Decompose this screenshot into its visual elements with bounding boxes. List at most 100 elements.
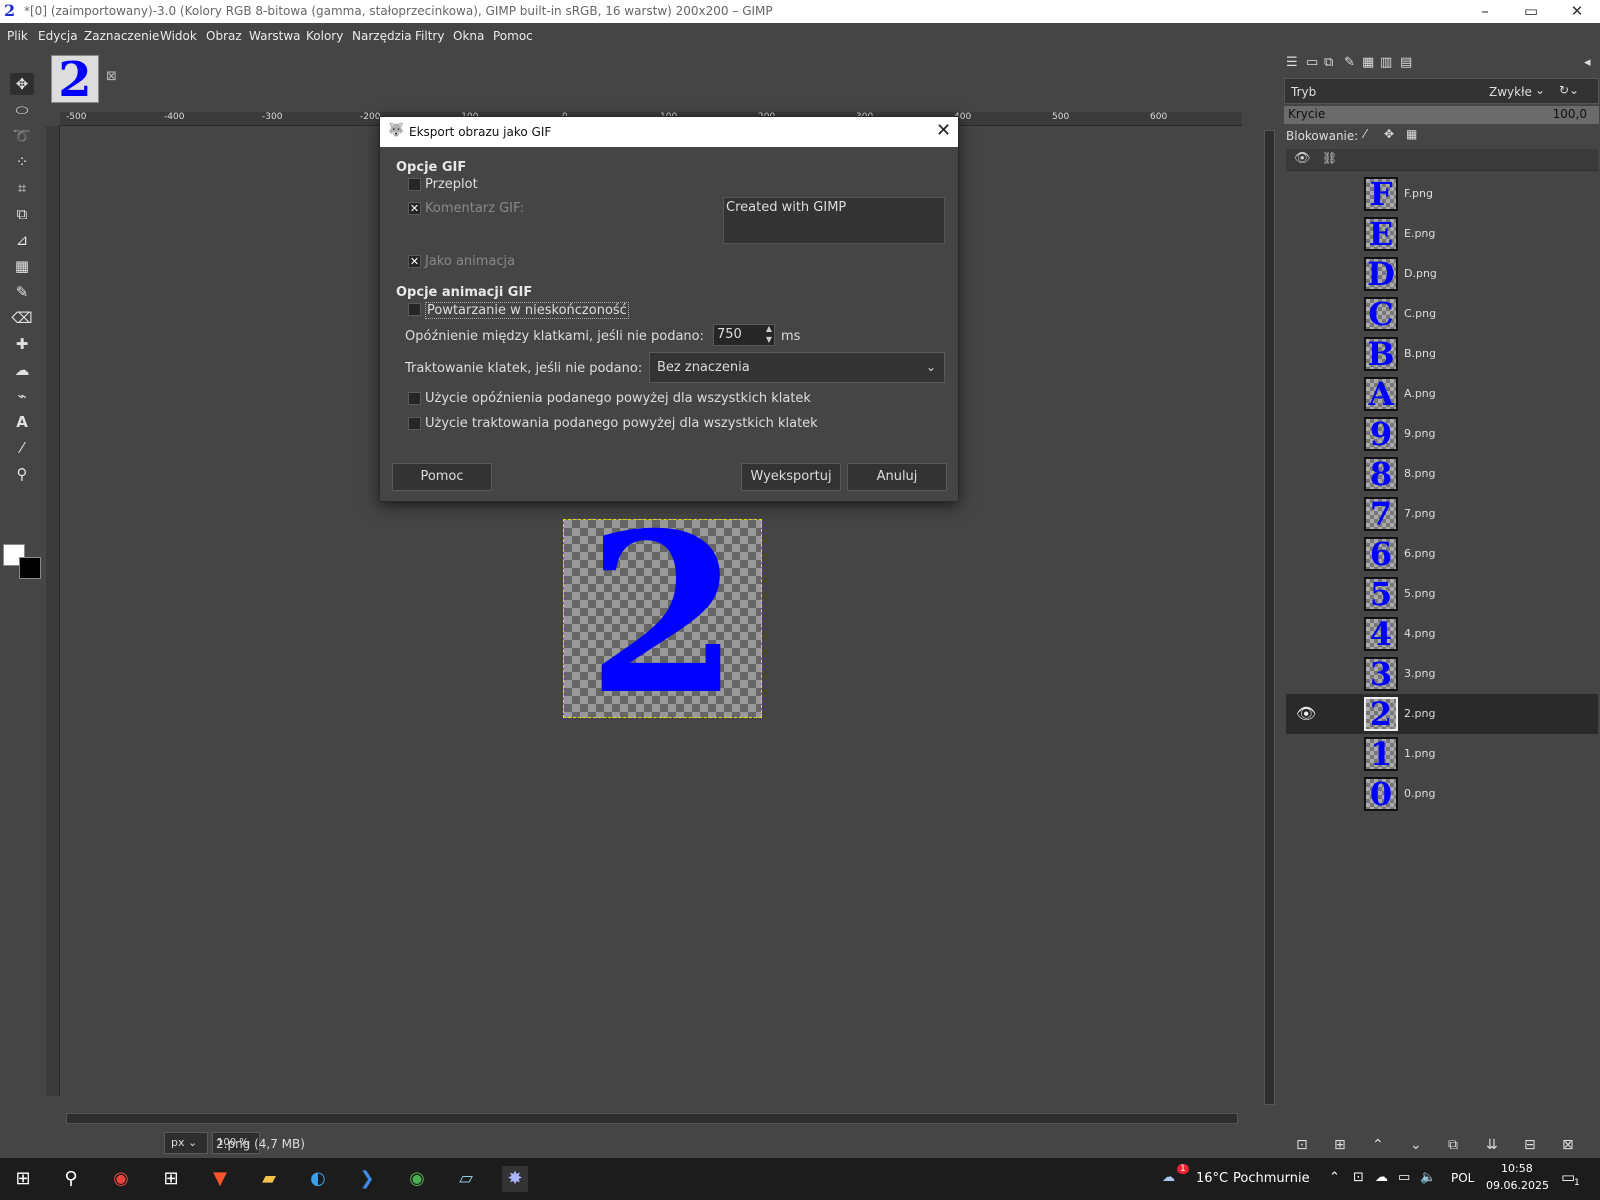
use-delay-all-label[interactable]: Użycie opóźnienia podanego powyżej dla w… bbox=[425, 391, 811, 406]
weather-temp[interactable]: 16°C bbox=[1196, 1171, 1228, 1186]
smudge-icon[interactable]: ☁ bbox=[10, 359, 34, 381]
lower-layer-icon[interactable]: ⌄ bbox=[1410, 1137, 1422, 1153]
interlace-checkbox[interactable] bbox=[408, 178, 421, 191]
layer-name[interactable]: 8.png bbox=[1404, 467, 1435, 480]
crop-icon[interactable]: ⌗ bbox=[10, 177, 34, 199]
menu-tools[interactable]: Narzędzia bbox=[352, 29, 412, 43]
layer-name[interactable]: E.png bbox=[1404, 227, 1435, 240]
channels-tab-icon[interactable]: ▭ bbox=[1306, 55, 1318, 70]
use-disposal-all-label[interactable]: Użycie traktowania podanego powyżej dla … bbox=[425, 416, 818, 431]
layer-row[interactable]: D D.png bbox=[1286, 254, 1598, 294]
layer-name[interactable]: 7.png bbox=[1404, 507, 1435, 520]
close-tab-icon[interactable]: ⊠ bbox=[106, 69, 117, 84]
notepad-icon[interactable]: ▱ bbox=[453, 1166, 479, 1192]
layer-name[interactable]: 3.png bbox=[1404, 667, 1435, 680]
chrome-icon[interactable]: ◉ bbox=[108, 1166, 134, 1192]
layer-name[interactable]: D.png bbox=[1404, 267, 1437, 280]
tray-chevron-icon[interactable]: ⌃ bbox=[1329, 1170, 1340, 1185]
close-button[interactable]: ✕ bbox=[1554, 0, 1600, 23]
comment-label[interactable]: Komentarz GIF: bbox=[425, 201, 524, 216]
image-canvas[interactable]: 2 bbox=[563, 519, 762, 718]
loop-checkbox[interactable] bbox=[408, 303, 421, 316]
maximize-button[interactable]: ▭ bbox=[1508, 0, 1554, 23]
layer-row[interactable]: 1 1.png bbox=[1286, 734, 1598, 774]
layer-name[interactable]: F.png bbox=[1404, 187, 1433, 200]
mode-reset-icon[interactable]: ↻⌄ bbox=[1559, 83, 1579, 97]
vertical-scrollbar[interactable] bbox=[1264, 130, 1275, 1105]
edge-icon[interactable]: ◐ bbox=[305, 1166, 331, 1192]
menu-image[interactable]: Obraz bbox=[206, 29, 242, 43]
unit-select[interactable]: px ⌄ bbox=[164, 1132, 208, 1154]
new-layer-group-icon[interactable]: ⊡ bbox=[1296, 1137, 1308, 1153]
merge-layer-icon[interactable]: ⇊ bbox=[1486, 1137, 1498, 1153]
layer-row[interactable]: C C.png bbox=[1286, 294, 1598, 334]
layer-row[interactable]: 3 3.png bbox=[1286, 654, 1598, 694]
use-delay-all-checkbox[interactable] bbox=[408, 392, 421, 405]
layer-name[interactable]: 5.png bbox=[1404, 587, 1435, 600]
layer-row[interactable]: 7 7.png bbox=[1286, 494, 1598, 534]
layers-tab-icon[interactable]: ☰ bbox=[1286, 55, 1298, 70]
raise-layer-icon[interactable]: ⌃ bbox=[1372, 1137, 1384, 1153]
paths-icon[interactable]: ⌁ bbox=[10, 385, 34, 407]
dialog-close-icon[interactable]: ✕ bbox=[936, 120, 951, 141]
zoom-icon[interactable]: ⚲ bbox=[10, 463, 34, 485]
layer-row[interactable]: 6 6.png bbox=[1286, 534, 1598, 574]
move-tool-icon[interactable]: ✥ bbox=[10, 73, 34, 95]
comment-checkbox[interactable]: ✕ bbox=[408, 202, 421, 215]
menu-file[interactable]: Plik bbox=[7, 29, 28, 43]
spin-arrows-icon[interactable]: ▲ ▼ bbox=[766, 323, 772, 345]
menu-view[interactable]: Widok bbox=[160, 29, 197, 43]
layer-row[interactable]: 8 8.png bbox=[1286, 454, 1598, 494]
history-tab-icon[interactable]: ▤ bbox=[1400, 55, 1412, 70]
paintbrush-icon[interactable]: ✎ bbox=[10, 281, 34, 303]
brave-icon[interactable]: ▼ bbox=[207, 1166, 233, 1192]
warp-icon[interactable]: ⊿ bbox=[10, 229, 34, 251]
lasso-icon[interactable]: ➰ bbox=[10, 125, 34, 147]
gradient-icon[interactable]: ▦ bbox=[10, 255, 34, 277]
tray-icon[interactable]: ⊡ bbox=[1353, 1170, 1364, 1185]
layer-name[interactable]: 0.png bbox=[1404, 787, 1435, 800]
menu-windows[interactable]: Okna bbox=[453, 29, 484, 43]
network-icon[interactable]: ▭ bbox=[1398, 1170, 1410, 1185]
store-icon[interactable]: ⊞ bbox=[158, 1166, 184, 1192]
opacity-value[interactable]: 100,0 bbox=[1553, 107, 1587, 121]
layer-row[interactable]: 9 9.png bbox=[1286, 414, 1598, 454]
menu-edit[interactable]: Edycja bbox=[38, 29, 78, 43]
lock-pixels-icon[interactable]: ⁄ bbox=[1364, 127, 1366, 141]
cancel-button[interactable]: Anuluj bbox=[847, 463, 947, 491]
horizontal-scrollbar[interactable] bbox=[66, 1113, 1238, 1124]
gradients-tab-icon[interactable]: ▥ bbox=[1380, 55, 1392, 70]
eraser-icon[interactable]: ⌫ bbox=[10, 307, 34, 329]
layer-name[interactable]: 1.png bbox=[1404, 747, 1435, 760]
layer-row[interactable]: 4 4.png bbox=[1286, 614, 1598, 654]
paths-tab-icon[interactable]: ⧉ bbox=[1324, 55, 1333, 70]
image-tab-thumbnail[interactable]: 2 bbox=[51, 55, 99, 104]
help-button[interactable]: Pomoc bbox=[392, 463, 492, 491]
layer-row[interactable]: 0 0.png bbox=[1286, 774, 1598, 814]
language-indicator[interactable]: POL bbox=[1451, 1171, 1474, 1185]
layer-name[interactable]: A.png bbox=[1404, 387, 1436, 400]
delete-layer-icon[interactable]: ⊠ bbox=[1562, 1137, 1574, 1153]
menu-help[interactable]: Pomoc bbox=[493, 29, 533, 43]
layer-name[interactable]: C.png bbox=[1404, 307, 1436, 320]
search-icon[interactable]: ⚲ bbox=[58, 1166, 84, 1192]
comment-textarea[interactable]: Created with GIMP bbox=[723, 197, 945, 244]
folder-icon[interactable]: ▰ bbox=[256, 1166, 282, 1192]
brushes-tab-icon[interactable]: ✎ bbox=[1344, 55, 1355, 70]
disposal-combo[interactable]: Bez znaczenia ⌄ bbox=[649, 352, 945, 383]
clock-date[interactable]: 09.06.2025 bbox=[1486, 1179, 1549, 1192]
volume-icon[interactable]: 🔈 bbox=[1420, 1170, 1436, 1185]
as-animation-checkbox[interactable]: ✕ bbox=[408, 255, 421, 268]
export-button[interactable]: Wyeksportuj bbox=[741, 463, 841, 491]
as-animation-label[interactable]: Jako animacja bbox=[425, 254, 515, 269]
menu-layer[interactable]: Warstwa bbox=[249, 29, 301, 43]
opacity-slider[interactable]: Krycie 100,0 bbox=[1284, 106, 1599, 124]
layer-row[interactable]: F F.png bbox=[1286, 174, 1598, 214]
dock-menu-icon[interactable]: ◂ bbox=[1584, 55, 1591, 70]
minimize-button[interactable]: – bbox=[1462, 0, 1508, 23]
layer-name[interactable]: 2.png bbox=[1404, 707, 1435, 720]
duplicate-layer-icon[interactable]: ⧉ bbox=[1448, 1137, 1458, 1153]
visibility-eye-icon[interactable]: 👁 bbox=[1296, 704, 1316, 723]
vscode-icon[interactable]: ❯ bbox=[354, 1166, 380, 1192]
unified-transform-icon[interactable]: ⧉ bbox=[10, 203, 34, 225]
